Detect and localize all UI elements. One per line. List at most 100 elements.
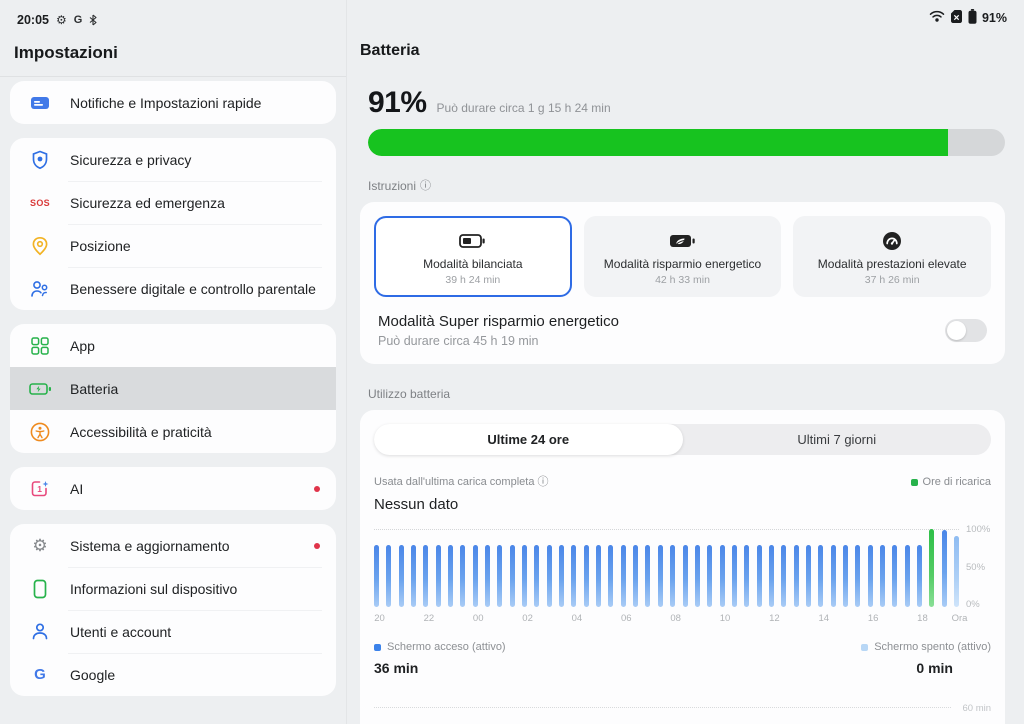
mode-card-modalita-risparmio-energetico[interactable]: Modalità risparmio energetico 42 h 33 min — [584, 216, 782, 297]
battery-progress-bar — [368, 129, 1005, 156]
shield-icon — [28, 150, 52, 170]
notifications-icon — [28, 95, 52, 111]
bluetooth-icon — [89, 14, 97, 26]
page-title: Batteria — [360, 42, 1005, 60]
super-saver-row: Modalità Super risparmio energetico Può … — [374, 313, 991, 350]
settings-sidebar: 20:05 ⚙ G Impostazioni Notifiche e Impos… — [0, 0, 347, 724]
status-bar-right: 91% — [929, 9, 1007, 27]
wifi-icon — [929, 10, 945, 26]
battery-usage-chart: 202200020406081012141618Ora100%50%0% — [374, 529, 991, 631]
tab-ultime-24-ore[interactable]: Ultime 24 ore — [374, 424, 683, 455]
sidebar-item-google[interactable]: GGoogle — [10, 653, 336, 696]
chart-bar — [522, 545, 527, 607]
x-axis-label: 18 — [911, 613, 933, 624]
users-icon — [28, 622, 52, 641]
super-saver-subtitle: Può durare circa 45 h 19 min — [378, 334, 619, 348]
chart-bar — [892, 545, 897, 607]
chart-bar — [917, 545, 922, 607]
chart-bar — [510, 545, 515, 607]
sidebar-item-label: Google — [70, 667, 115, 683]
chart-bar — [757, 545, 762, 607]
super-saver-toggle[interactable] — [945, 319, 987, 342]
sidebar-item-label: Posizione — [70, 238, 131, 254]
mode-duration: 39 h 24 min — [382, 274, 564, 286]
mode-cards: Modalità bilanciata39 h 24 minModalità r… — [374, 216, 991, 297]
charge-legend-label: Ore di ricarica — [923, 476, 991, 488]
gear-icon: ⚙ — [56, 13, 67, 27]
power-modes-card: Modalità bilanciata39 h 24 minModalità r… — [360, 202, 1005, 364]
chart-bar — [584, 545, 589, 607]
status-bar-left: 20:05 ⚙ G — [0, 0, 346, 30]
chart-bar — [695, 545, 700, 607]
sidebar-item-informazioni-sul-dispositivo[interactable]: Informazioni sul dispositivo — [10, 567, 336, 610]
info-icon[interactable]: ⓘ — [538, 476, 549, 488]
sidebar-item-label: Sistema e aggiornamento — [70, 538, 230, 554]
screen-off-value: 0 min — [916, 660, 953, 676]
mode-card-modalita-prestazioni-elevate[interactable]: Modalità prestazioni elevate37 h 26 min — [793, 216, 991, 297]
sidebar-item-label: Batteria — [70, 381, 118, 397]
usage-info-row: Usata dall'ultima carica completa ⓘ Ore … — [374, 476, 991, 488]
sidebar-item-label: AI — [70, 481, 83, 497]
chart-bar — [732, 545, 737, 607]
toggle-knob — [947, 321, 966, 340]
sidebar-item-notifiche-e-impostazioni-rapide[interactable]: Notifiche e Impostazioni rapide — [10, 81, 336, 124]
chart-bar — [942, 530, 947, 607]
chart-bar — [559, 545, 564, 607]
battery-icon — [968, 9, 977, 27]
sidebar-card: Notifiche e Impostazioni rapide — [10, 81, 336, 124]
x-axis-label: 06 — [615, 613, 637, 624]
chart-bar — [855, 545, 860, 607]
chart-bar — [621, 545, 626, 607]
info-icon[interactable]: ⓘ — [420, 181, 431, 192]
x-axis-label: Ora — [949, 613, 971, 624]
no-data-text: Nessun dato — [374, 496, 991, 513]
screen-off-legend: Schermo spento (attivo) 0 min — [861, 641, 991, 676]
x-axis-label: 16 — [862, 613, 884, 624]
tab-ultimi-7-giorni[interactable]: Ultimi 7 giorni — [683, 424, 992, 455]
sidebar-groups: Notifiche e Impostazioni rapide Sicurezza… — [0, 77, 346, 724]
instructions-label-row: Istruzioni ⓘ — [368, 179, 1005, 193]
sidebar-item-benessere-digitale-e-controllo-parentale[interactable]: Benessere digitale e controllo parentale — [10, 267, 336, 310]
x-axis-label: 02 — [517, 613, 539, 624]
sidebar-item-posizione[interactable]: Posizione — [10, 224, 336, 267]
chart-bar — [707, 545, 712, 607]
x-axis-label: 12 — [763, 613, 785, 624]
sidebar-item-label: App — [70, 338, 95, 354]
sidebar-item-utenti-e-account[interactable]: Utenti e account — [10, 610, 336, 653]
sidebar-item-ai[interactable]: 1AI — [10, 467, 336, 510]
sidebar-item-sicurezza-e-privacy[interactable]: Sicurezza e privacy — [10, 138, 336, 181]
sidebar-item-accessibilita-e-praticita[interactable]: Accessibilità e praticità — [10, 410, 336, 453]
battery-estimate: Può durare circa 1 g 15 h 24 min — [437, 101, 611, 115]
mode-duration: 42 h 33 min — [592, 274, 774, 286]
mode-saver-icon — [592, 229, 774, 253]
sidebar-item-sicurezza-ed-emergenza[interactable]: SOSSicurezza ed emergenza — [10, 181, 336, 224]
sidebar-item-batteria[interactable]: Batteria — [10, 367, 336, 410]
since-label: Usata dall'ultima carica completa — [374, 476, 534, 488]
sidebar-card: ⚙ Sistema e aggiornamento Informazioni sul… — [10, 524, 336, 696]
chart-bar — [781, 545, 786, 607]
chart-bar — [386, 545, 391, 607]
mode-card-modalita-bilanciata[interactable]: Modalità bilanciata39 h 24 min — [374, 216, 572, 297]
system-icon: ⚙ — [28, 537, 52, 554]
chart-bar — [399, 545, 404, 607]
sidebar-item-sistema-e-aggiornamento[interactable]: ⚙ Sistema e aggiornamento — [10, 524, 336, 567]
chart-bar — [411, 545, 416, 607]
x-axis-label: 20 — [369, 613, 391, 624]
battery-progress-fill — [368, 129, 948, 156]
x-axis-label: 14 — [813, 613, 835, 624]
screen-on-value: 36 min — [374, 660, 506, 676]
settings-app: 20:05 ⚙ G Impostazioni Notifiche e Impos… — [0, 0, 1024, 724]
sidebar-item-app[interactable]: App — [10, 324, 336, 367]
mode-title: Modalità risparmio energetico — [592, 257, 774, 271]
sidebar-item-label: Benessere digitale e controllo parentale — [70, 281, 316, 297]
chart-bar — [880, 545, 885, 607]
instructions-label: Istruzioni — [368, 179, 416, 193]
charge-hours-legend: Ore di ricarica — [911, 476, 991, 488]
sidebar-item-label: Sicurezza ed emergenza — [70, 195, 225, 211]
y-axis-label: 0% — [966, 599, 980, 610]
notification-dot — [314, 486, 320, 492]
chart-bar — [843, 545, 848, 607]
chart-bar — [720, 545, 725, 607]
sidebar-item-label: Informazioni sul dispositivo — [70, 581, 237, 597]
chart-bar — [658, 545, 663, 607]
